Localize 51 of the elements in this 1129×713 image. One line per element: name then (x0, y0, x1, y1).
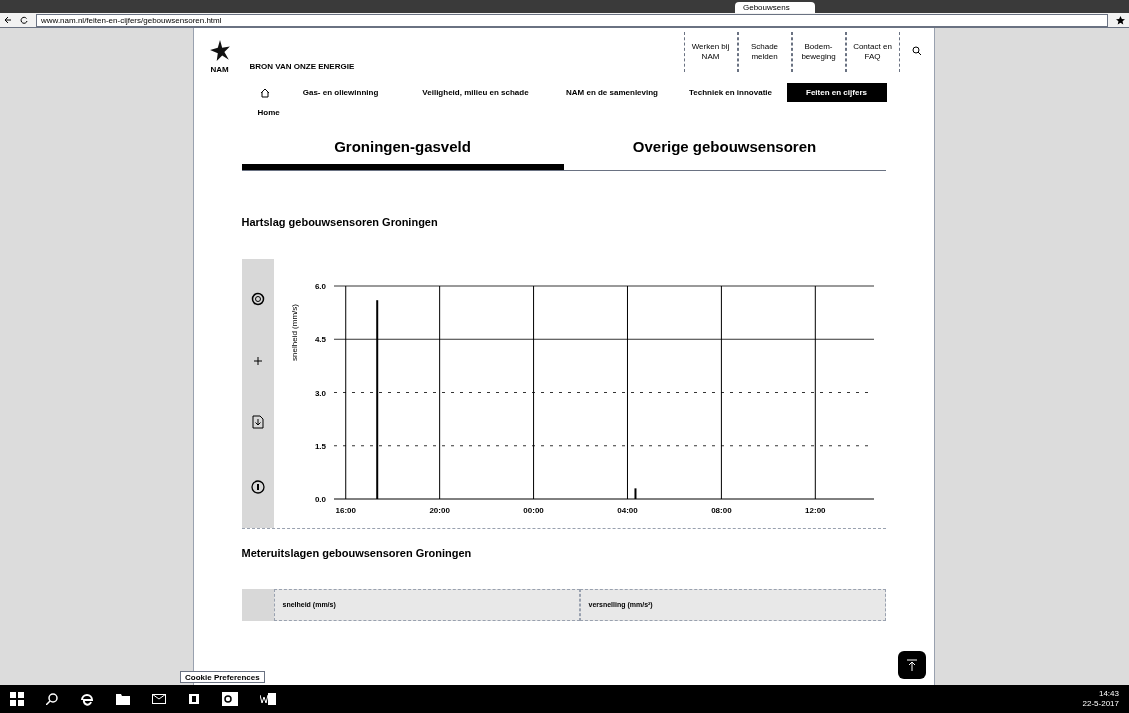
table-icon-area (241, 589, 274, 621)
x-tick-label: 16:00 (335, 505, 356, 515)
x-tick-label: 04:00 (616, 505, 638, 515)
nav-link[interactable]: NAM en de samenleving (549, 83, 675, 102)
nav-link[interactable]: Feiten en cijfers (786, 83, 887, 102)
y-axis-label: snelheid (mm/s) (289, 303, 299, 361)
nav-link[interactable]: Gas- en oliewinning (279, 83, 402, 102)
word-app-icon[interactable] (260, 692, 276, 706)
y-tick-label: 4.5 (314, 334, 326, 344)
section-title: Hartslag gebouwsensoren Groningen (241, 215, 439, 230)
clock-date: 22-5-2017 (1082, 699, 1119, 709)
mail-app-icon[interactable] (152, 694, 166, 704)
x-tick-label: 08:00 (710, 505, 732, 515)
back-icon[interactable] (4, 16, 12, 24)
cookie-preferences-tab[interactable]: Cookie Preferences (180, 671, 265, 683)
y-tick-label: 1.5 (314, 441, 326, 451)
section-tab[interactable]: Overige gebouwsensoren (563, 130, 886, 170)
x-tick-label: 12:00 (804, 505, 826, 515)
plus-icon[interactable] (253, 356, 262, 365)
browser-tab[interactable]: Gebouwsens (735, 2, 815, 13)
url-field[interactable]: www.nam.nl/feiten-en-cijfers/gebouwsensoren.html (36, 13, 1108, 27)
edge-browser-icon[interactable] (80, 692, 94, 706)
star-icon[interactable] (1116, 15, 1125, 25)
nav-link[interactable]: Techniek en innovatie (674, 83, 787, 102)
windows-icon[interactable] (10, 692, 24, 706)
tagline: BRON VAN ONZE ENERGIE (249, 61, 356, 73)
reload-icon[interactable] (20, 16, 28, 24)
y-tick-label: 3.0 (314, 388, 326, 397)
back-to-top-button[interactable] (897, 651, 926, 679)
home-icon[interactable] (259, 87, 270, 98)
info-icon[interactable] (250, 480, 265, 495)
x-tick-label: 00:00 (522, 505, 544, 515)
y-tick-label: 6.0 (314, 281, 326, 291)
search-icon[interactable] (911, 46, 922, 56)
up-arrow-icon (906, 659, 917, 671)
search-icon[interactable] (46, 693, 58, 705)
y-tick-label: 0.0 (314, 494, 326, 504)
clock-time: 14:43 (1098, 689, 1119, 699)
folder-icon[interactable] (116, 693, 130, 705)
utility-link[interactable]: Werken bij NAM (683, 32, 738, 72)
section-title: Meteruitslagen gebouwsensoren Groningen (241, 545, 473, 561)
utility-link[interactable]: Contact en FAQ (845, 32, 900, 72)
utility-link[interactable]: Bodem-beweging (791, 32, 846, 72)
nav-link[interactable]: Veiligheid, milieu en schade (401, 83, 550, 102)
logo-text: NAM (210, 64, 229, 76)
outlook-app-icon[interactable] (222, 692, 238, 706)
office-app-icon[interactable] (188, 693, 200, 705)
x-tick-label: 20:00 (428, 505, 450, 515)
download-icon[interactable] (251, 415, 264, 430)
utility-link[interactable]: Schade melden (737, 32, 792, 72)
home-link[interactable]: Home (257, 107, 887, 119)
